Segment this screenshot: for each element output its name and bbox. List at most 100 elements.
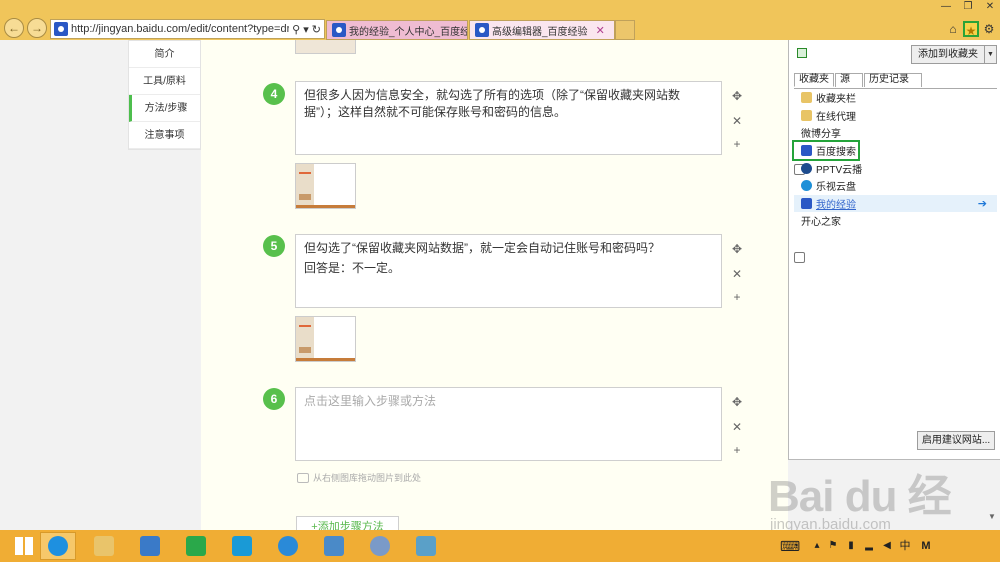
baidu-favicon-icon	[475, 23, 489, 37]
list-item-label: 开心之家	[801, 217, 841, 229]
list-item[interactable]: 微博分享	[794, 124, 997, 176]
home-icon[interactable]: ⌂	[945, 21, 961, 37]
move-icon[interactable]: ✥	[730, 89, 744, 103]
step-text-line: 但勾选了“保留收藏夹网站数据”，就一定会自动记住账号和密码吗？	[304, 241, 660, 255]
url-text[interactable]: http://jingyan.baidu.com/edit/content?ty…	[71, 23, 289, 35]
taskbar-app[interactable]	[132, 532, 168, 560]
paint-icon	[370, 536, 390, 556]
browser-chrome: — ❐ ✕ ← → http://jingyan.baidu.com/edit/…	[0, 0, 1000, 40]
step-placeholder: 点击这里输入步骤或方法	[304, 394, 437, 408]
list-item[interactable]: 我的经验 ➔	[794, 194, 997, 213]
volume-icon[interactable]: ◀	[880, 530, 894, 562]
scroll-down-icon[interactable]: ▼	[988, 512, 998, 522]
ime-mode-indicator[interactable]: M	[918, 530, 934, 562]
tab-my-experience[interactable]: 我的经验_个人中心_百度经验	[326, 20, 468, 40]
step-number-badge: 6	[263, 388, 285, 410]
taskbar-explorer[interactable]	[86, 532, 122, 560]
step-text-box[interactable]: 点击这里输入步骤或方法	[295, 387, 722, 461]
taskbar-chat[interactable]	[270, 532, 306, 560]
ime-indicator[interactable]: 中	[898, 530, 912, 562]
step-image-thumbnail[interactable]	[295, 316, 356, 362]
taskbar-qq[interactable]	[224, 532, 260, 560]
list-item-label: 在线代理	[816, 111, 856, 123]
step-editor: 4 但很多人因为信息安全，就勾选了所有的选项（除了“保留收藏夹网站数据”）；这样…	[201, 40, 790, 530]
add-icon[interactable]: +	[730, 443, 744, 457]
sidenav-item-steps[interactable]: 方法/步骤	[129, 95, 200, 122]
sidenav-item-intro[interactable]: 简介	[129, 41, 200, 68]
move-icon[interactable]: ✥	[730, 395, 744, 409]
tab-advanced-editor[interactable]: 高级编辑器_百度经验 ✕	[469, 20, 615, 40]
add-step-button[interactable]: +添加步骤方法	[296, 516, 399, 530]
add-favorites-dropdown[interactable]: ▼	[985, 45, 997, 64]
enable-suggested-sites-button[interactable]: 启用建议网站...	[917, 431, 995, 450]
close-tab-icon[interactable]: ✕	[596, 24, 605, 37]
tab-favorites[interactable]: 收藏夹	[794, 73, 834, 87]
address-bar[interactable]: http://jingyan.baidu.com/edit/content?ty…	[50, 19, 325, 39]
back-arrow-icon: ←	[8, 21, 20, 35]
step-text-box[interactable]: 但很多人因为信息安全，就勾选了所有的选项（除了“保留收藏夹网站数据”）；这样自然…	[295, 81, 722, 155]
add-icon[interactable]: +	[730, 137, 744, 151]
delete-icon[interactable]: ✕	[730, 420, 744, 434]
pin-pane-icon[interactable]	[797, 48, 807, 58]
address-tools[interactable]: ⚲ ▾ ↻	[292, 23, 321, 36]
taskbar-ie[interactable]	[40, 532, 76, 560]
list-item[interactable]: 开心之家	[794, 212, 997, 264]
delete-icon[interactable]: ✕	[730, 267, 744, 281]
add-icon[interactable]: +	[730, 290, 744, 304]
minimize-button[interactable]: —	[936, 0, 956, 14]
forward-button[interactable]: →	[27, 18, 47, 38]
battery-icon[interactable]: ▮	[844, 530, 858, 562]
image-hint-text: 从右侧图库拖动图片到此处	[313, 473, 422, 483]
step-image-thumbnail[interactable]	[295, 163, 356, 209]
list-item-label: 乐视云盘	[816, 182, 856, 194]
favorites-list: 收藏夹栏 在线代理 微博分享 百度搜索 PPTV云播 乐视云盘 我的经验 ➔ 开…	[792, 88, 997, 448]
tab-label: 我的经验_个人中心_百度经验	[349, 26, 468, 38]
sidenav-item-notes[interactable]: 注意事项	[129, 122, 200, 149]
back-button[interactable]: ←	[4, 18, 24, 38]
restore-button[interactable]: ❐	[958, 0, 978, 14]
taskbar-paint[interactable]	[362, 532, 398, 560]
step-text-box[interactable]: 但勾选了“保留收藏夹网站数据”，就一定会自动记住账号和密码吗？ 回答是：不一定。	[295, 234, 722, 308]
image-icon	[297, 472, 309, 483]
taskbar-store[interactable]	[178, 532, 214, 560]
delete-icon[interactable]: ✕	[730, 114, 744, 128]
list-item[interactable]: 收藏夹栏	[794, 89, 997, 107]
open-arrow-icon[interactable]: ➔	[978, 197, 987, 210]
tab-label: 高级编辑器_百度经验	[492, 26, 588, 38]
list-item-label: 百度搜索	[816, 147, 856, 159]
start-button[interactable]	[6, 532, 42, 560]
right-strip	[788, 460, 1000, 530]
tools-gear-icon[interactable]: ⚙	[981, 21, 997, 37]
photos-icon	[324, 536, 344, 556]
store-icon	[186, 536, 206, 556]
list-item[interactable]: 百度搜索	[792, 139, 860, 162]
keyboard-icon[interactable]: ⌨	[778, 530, 802, 562]
close-window-button[interactable]: ✕	[980, 0, 1000, 14]
taskbar-photos[interactable]	[316, 532, 352, 560]
tab-feeds[interactable]: 源	[835, 73, 863, 87]
page-content: 简介 工具/原料 方法/步骤 注意事项 4 但很多人因为信息安全，就勾选了所有的…	[0, 40, 790, 530]
list-item[interactable]: 在线代理	[794, 107, 997, 125]
step-image-thumbnail[interactable]	[295, 40, 356, 54]
list-item[interactable]: PPTV云播	[794, 159, 997, 177]
sidenav-item-tools[interactable]: 工具/原料	[129, 68, 200, 95]
favorites-tabs: 收藏夹 源 历史记录	[794, 73, 923, 87]
tab-history[interactable]: 历史记录	[864, 73, 922, 87]
taskbar-notes[interactable]	[408, 532, 444, 560]
add-to-favorites-button[interactable]: 添加到收藏夹	[911, 45, 985, 64]
show-more-icon[interactable]: ▴	[810, 530, 824, 562]
signal-icon[interactable]: ▂	[862, 530, 876, 562]
baidu-icon	[801, 145, 812, 157]
list-item-label: 微博分享	[801, 129, 841, 141]
move-icon[interactable]: ✥	[730, 242, 744, 256]
baidu-favicon-icon	[332, 23, 346, 37]
list-item-label: 我的经验	[816, 199, 856, 211]
step-number-badge: 5	[263, 235, 285, 257]
app-icon	[140, 536, 160, 556]
favorites-star-icon[interactable]: ★	[963, 21, 979, 38]
forward-arrow-icon: →	[31, 21, 43, 35]
baidu-favicon-icon	[54, 22, 68, 36]
new-tab-button[interactable]	[615, 20, 635, 40]
flag-icon[interactable]: ⚑	[826, 530, 840, 562]
list-item[interactable]: 乐视云盘	[794, 177, 997, 195]
